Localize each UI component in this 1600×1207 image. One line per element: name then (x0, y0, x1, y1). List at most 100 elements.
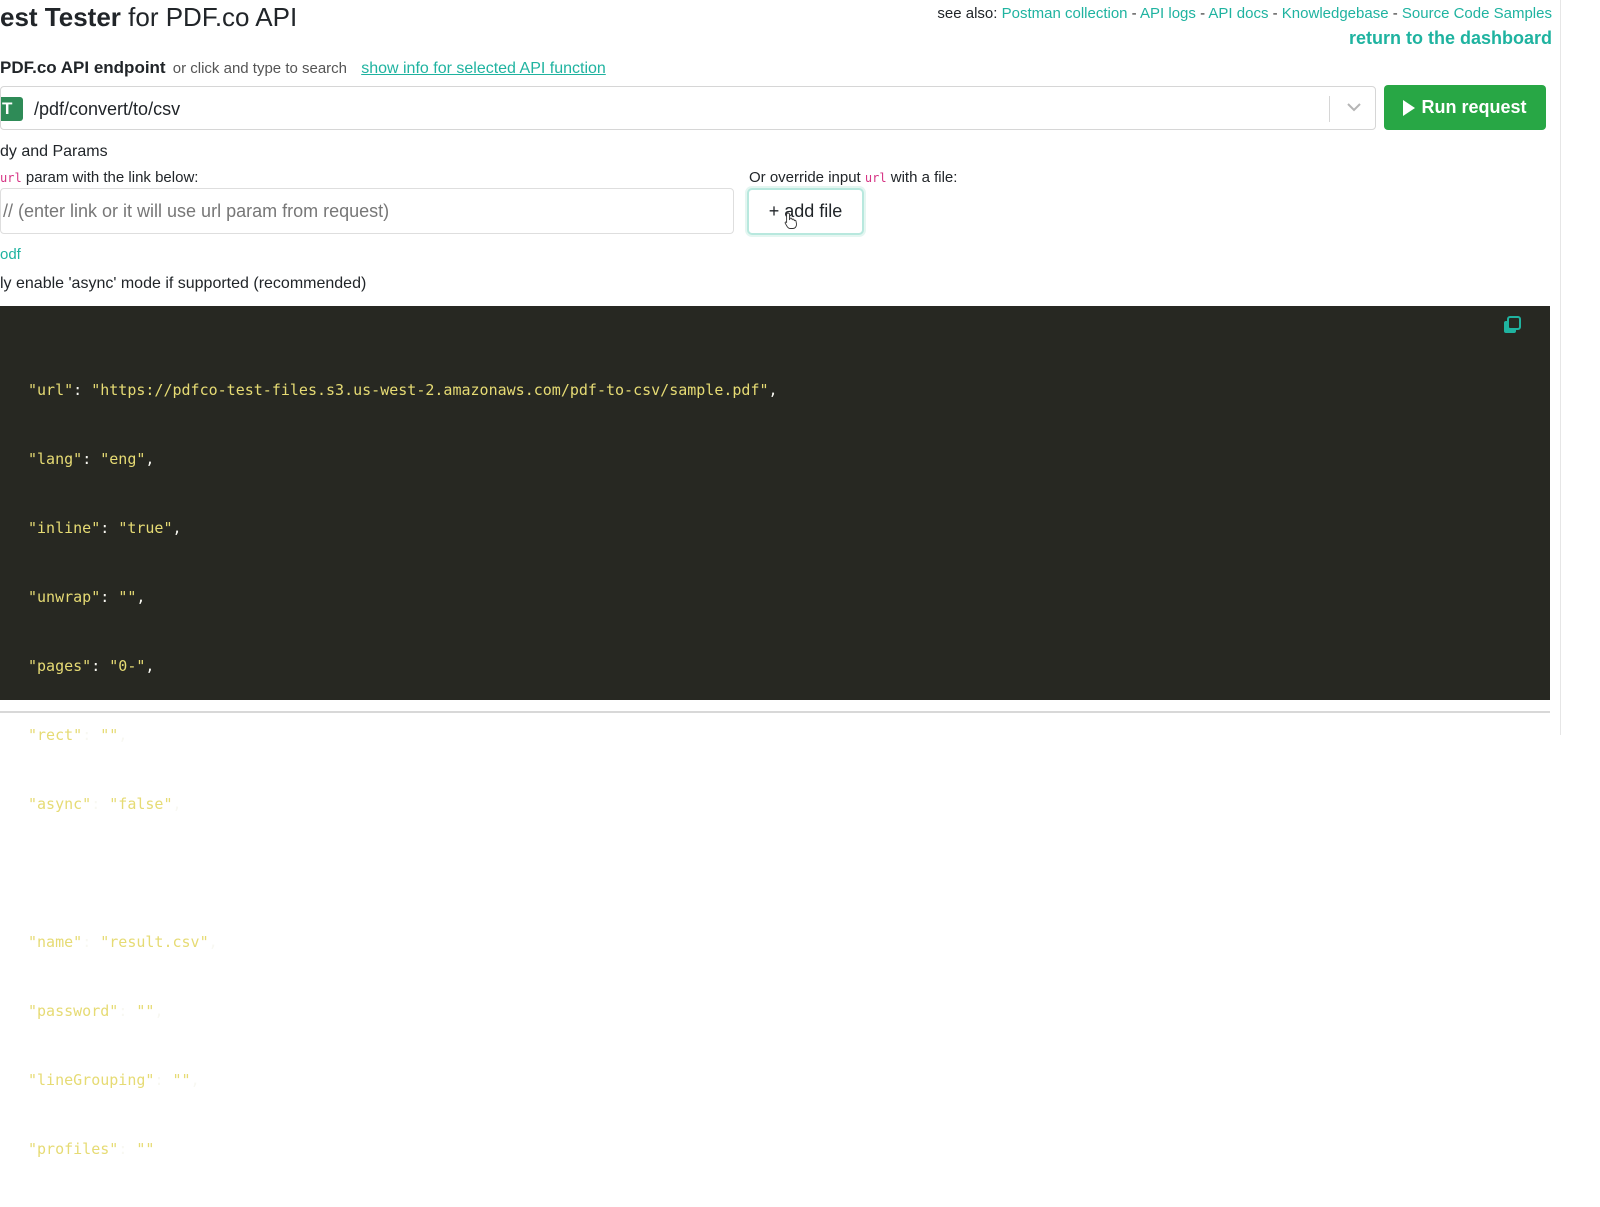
page-title-rest: for PDF.co API (120, 2, 298, 32)
code-value: "" (136, 1002, 155, 1020)
add-file-button[interactable]: + add file (747, 188, 864, 235)
code-comma: , (172, 519, 182, 537)
code-line: "pages": "0-", (28, 655, 778, 678)
code-line: "unwrap": "", (28, 586, 778, 609)
code-comma: , (190, 1071, 200, 1089)
code-value: "false" (109, 795, 173, 813)
code-colon: : (82, 726, 101, 744)
code-line: "lineGrouping": "", (28, 1069, 778, 1092)
url-hint-text: param with the link below: (25, 169, 199, 186)
hand-cursor-icon (784, 212, 797, 229)
http-method-badge: T (1, 97, 23, 121)
return-to-dashboard-link[interactable]: return to the dashboard (1349, 28, 1552, 49)
code-colon: : (82, 933, 101, 951)
code-key: "password" (28, 1002, 119, 1020)
code-colon: : (91, 657, 110, 675)
link-separator: - (1268, 5, 1282, 22)
async-mode-label[interactable]: ly enable 'async' mode if supported (rec… (0, 275, 366, 293)
play-icon (1403, 99, 1416, 116)
code-value: "https://pdfco-test-files.s3.us-west-2.a… (91, 381, 769, 399)
endpoint-path: /pdf/convert/to/csv (34, 99, 181, 119)
endpoint-label-title: PDF.co API endpoint (0, 58, 166, 77)
code-value: "eng" (100, 450, 146, 468)
see-also-links: see also: Postman collection - API logs … (937, 5, 1552, 22)
code-comma: , (145, 450, 155, 468)
request-body-editor[interactable]: "url": "https://pdfco-test-files.s3.us-w… (0, 306, 1550, 1158)
code-comma: , (768, 381, 778, 399)
code-line: "lang": "eng", (28, 448, 778, 471)
select-divider (1329, 96, 1330, 122)
override-hint: Or override input url with a file: (749, 169, 957, 186)
code-line: "rect": "", (28, 724, 778, 747)
override-suffix: with a file: (890, 169, 958, 186)
url-code: url (0, 171, 22, 185)
copy-icon[interactable] (1502, 315, 1522, 335)
show-info-link[interactable]: show info for selected API function (361, 60, 606, 77)
code-key: "lang" (28, 450, 83, 468)
url-input[interactable] (0, 188, 734, 234)
code-key: "async" (28, 795, 92, 813)
code-colon: : (100, 588, 119, 606)
code-colon: : (118, 1140, 137, 1158)
code-key: "rect" (28, 726, 83, 744)
code-line: "profiles": "" (28, 1138, 778, 1161)
code-line: "name": "result.csv", (28, 931, 778, 954)
code-value: "0-" (109, 657, 146, 675)
url-param-hint: url param with the link below: (0, 169, 198, 186)
code-value: "true" (118, 519, 173, 537)
code-comma: , (136, 588, 146, 606)
sample-pdf-link[interactable]: odf (0, 246, 21, 263)
api-logs-link[interactable]: API logs (1140, 5, 1196, 22)
window-edge (1560, 0, 1561, 735)
code-comma: , (172, 795, 182, 813)
link-separator: - (1388, 5, 1402, 22)
link-separator: - (1127, 5, 1141, 22)
endpoint-label: PDF.co API endpoint or click and type to… (0, 58, 606, 78)
code-line: "inline": "true", (28, 517, 778, 540)
code-value: "" (100, 726, 119, 744)
run-request-label: Run request (1421, 97, 1527, 117)
code-comma: , (118, 726, 128, 744)
endpoint-search-hint: or click and type to search (172, 60, 348, 77)
run-request-button[interactable]: Run request (1384, 85, 1546, 130)
bottom-divider (0, 711, 1550, 713)
code-comma: , (145, 657, 155, 675)
code-key: "inline" (28, 519, 101, 537)
code-value: "" (172, 1071, 191, 1089)
postman-collection-link[interactable]: Postman collection (1002, 5, 1128, 22)
code-colon: : (154, 1071, 173, 1089)
code-colon: : (91, 795, 110, 813)
override-prefix: Or override input (749, 169, 861, 186)
endpoint-select[interactable]: T /pdf/convert/to/csv (0, 86, 1376, 130)
knowledgebase-link[interactable]: Knowledgebase (1282, 5, 1389, 22)
body-params-heading: dy and Params (0, 143, 108, 160)
code-value: "result.csv" (100, 933, 209, 951)
code-line: "async": "false", (28, 793, 778, 816)
code-colon: : (82, 450, 101, 468)
page-title: est Tester for PDF.co API (0, 0, 297, 34)
chevron-down-icon[interactable] (1345, 98, 1363, 116)
code-line: "password": "", (28, 1000, 778, 1023)
code-line: "url": "https://pdfco-test-files.s3.us-w… (28, 379, 778, 402)
code-key: "lineGrouping" (28, 1071, 155, 1089)
code-value: "" (136, 1140, 155, 1158)
code-comma: , (208, 933, 218, 951)
code-key: "unwrap" (28, 588, 101, 606)
code-colon: : (73, 381, 92, 399)
see-also-label: see also: (937, 5, 998, 22)
code-colon: : (100, 519, 119, 537)
source-code-samples-link[interactable]: Source Code Samples (1402, 5, 1552, 22)
code-key: "profiles" (28, 1140, 119, 1158)
override-url-code: url (864, 171, 887, 185)
code-value: "" (118, 588, 137, 606)
code-comma: , (154, 1002, 164, 1020)
api-docs-link[interactable]: API docs (1208, 5, 1268, 22)
code-key: "name" (28, 933, 83, 951)
json-code: "url": "https://pdfco-test-files.s3.us-w… (28, 333, 778, 1207)
link-separator: - (1195, 5, 1209, 22)
code-key: "url" (28, 381, 74, 399)
code-key: "pages" (28, 657, 92, 675)
code-colon: : (118, 1002, 137, 1020)
page-title-bold: est Tester (0, 2, 121, 32)
